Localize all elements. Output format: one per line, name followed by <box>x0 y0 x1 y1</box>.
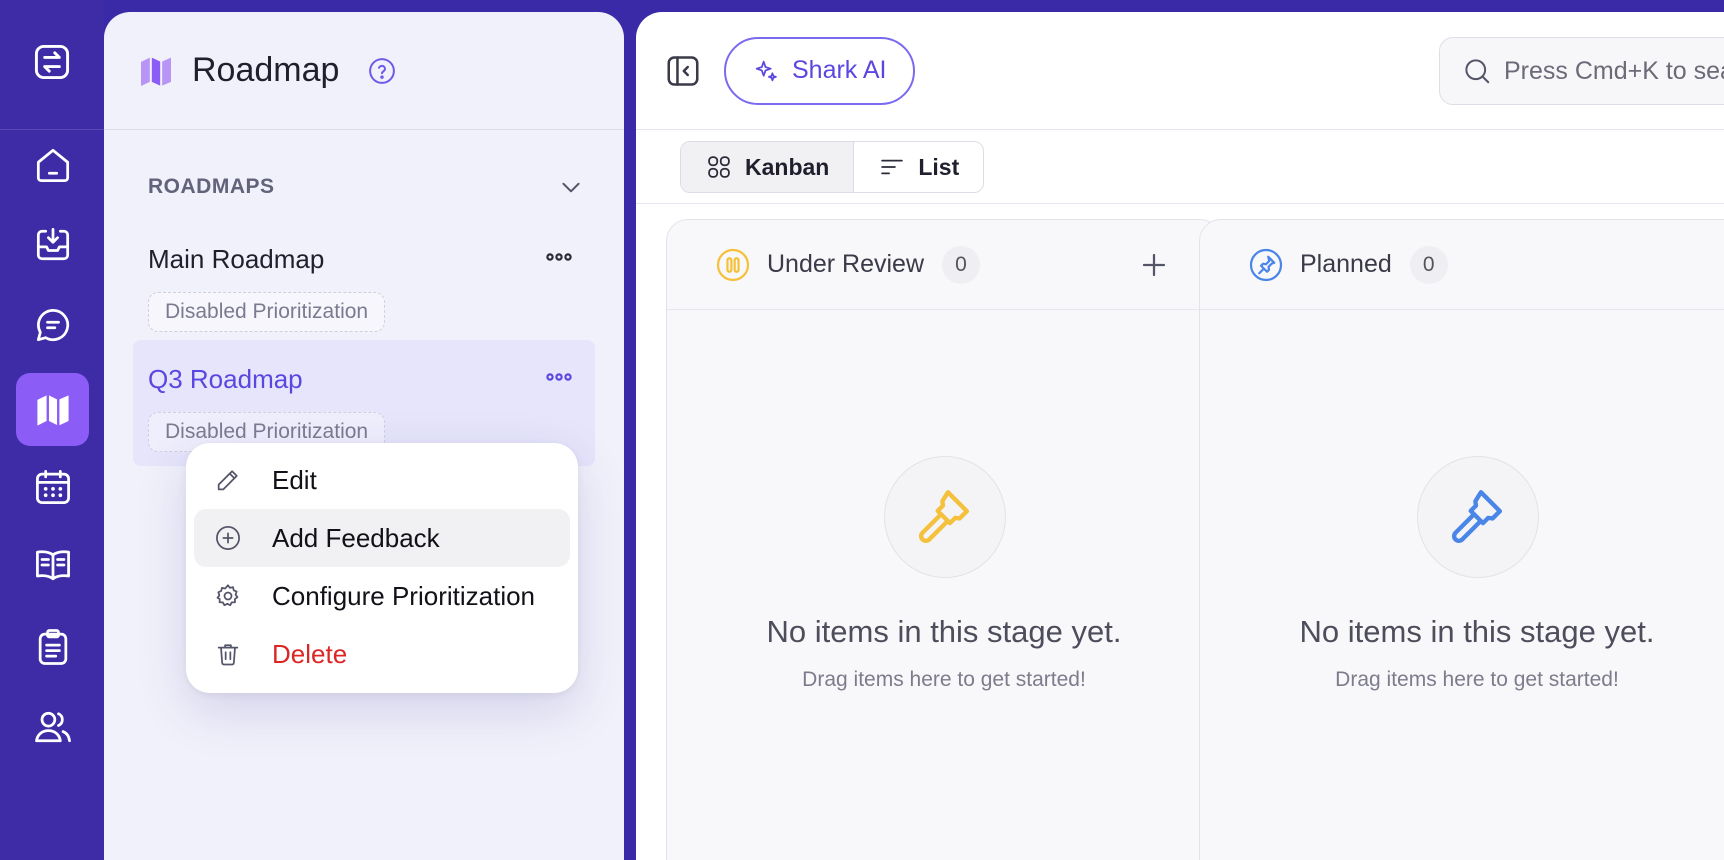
rail-feedback-button[interactable] <box>16 288 89 361</box>
kanban-view-button[interactable]: Kanban <box>681 142 855 192</box>
roadmap-name: Q3 Roadmap <box>148 364 303 394</box>
menu-item-edit[interactable]: Edit <box>194 451 570 509</box>
empty-state-illustration <box>1417 456 1539 578</box>
panel-header: Roadmap <box>104 12 624 130</box>
more-options-icon[interactable] <box>545 250 573 264</box>
main-content: Shark AI Kanban List <box>636 12 1724 860</box>
open-book-icon <box>35 549 70 580</box>
roadmaps-section-header[interactable]: ROADMAPS <box>148 174 584 200</box>
empty-state-subtitle: Drag items here to get started! <box>1335 668 1619 691</box>
kanban-column-under-review: Under Review 0 No items in this stage ye… <box>666 219 1222 860</box>
column-count: 0 <box>1409 245 1448 284</box>
shark-ai-label: Shark AI <box>792 56 887 84</box>
menu-item-label: Add Feedback <box>272 522 440 553</box>
rail-header <box>0 0 104 130</box>
clipboard-list-icon <box>38 628 67 665</box>
top-bar: Shark AI <box>636 12 1724 130</box>
icon-rail <box>0 0 104 860</box>
sparkles-icon <box>755 60 777 81</box>
empty-state-title: No items in this stage yet. <box>766 614 1122 649</box>
chevron-down-icon[interactable] <box>558 174 584 200</box>
trash-icon <box>217 644 239 666</box>
menu-item-label: Edit <box>272 464 317 495</box>
gear-icon <box>216 584 239 607</box>
pin-circle-icon <box>1249 248 1283 281</box>
grid-icon <box>708 156 730 178</box>
plus-icon[interactable] <box>1139 250 1169 280</box>
search-box[interactable] <box>1439 37 1724 105</box>
menu-item-add-feedback[interactable]: Add Feedback <box>194 509 570 567</box>
switch-workspace-icon[interactable] <box>30 40 74 89</box>
roadmap-name: Main Roadmap <box>148 244 325 274</box>
pencil-icon <box>217 470 238 491</box>
rail-calendar-button[interactable] <box>16 450 89 523</box>
inbox-download-icon <box>36 227 69 260</box>
help-icon[interactable] <box>367 56 397 86</box>
hammer-icon <box>918 490 970 544</box>
menu-item-delete[interactable]: Delete <box>194 625 570 683</box>
hammer-icon <box>1451 490 1503 544</box>
map-icon <box>36 394 69 426</box>
view-switcher: Kanban List <box>680 141 985 193</box>
shark-ai-button[interactable]: Shark AI <box>724 36 915 105</box>
prioritization-badge: Disabled Prioritization <box>148 292 386 332</box>
roadmap-panel: Roadmap ROADMAPS Main Roadmap Disabled P… <box>104 12 624 860</box>
column-header: Under Review 0 <box>667 220 1221 310</box>
more-options-icon[interactable] <box>545 370 573 384</box>
pause-circle-icon <box>716 248 750 281</box>
kanban-column-planned: Planned 0 No items in this stage yet. Dr… <box>1199 219 1724 860</box>
empty-state-illustration <box>884 456 1006 578</box>
home-icon <box>36 148 69 182</box>
rail-users-button[interactable] <box>16 690 89 763</box>
chat-bubble-icon <box>36 308 69 341</box>
users-icon <box>34 711 71 742</box>
column-title: Planned <box>1300 250 1392 278</box>
list-label: List <box>918 153 960 180</box>
roadmap-logo-icon <box>141 57 171 86</box>
rail-changelog-button[interactable] <box>16 610 89 683</box>
menu-item-configure-prioritization[interactable]: Configure Prioritization <box>194 567 570 625</box>
column-header: Planned 0 <box>1200 220 1724 310</box>
roadmap-context-menu: Edit Add Feedback Configure Prioritizati… <box>186 443 578 693</box>
collapse-sidebar-icon[interactable] <box>664 52 702 90</box>
rail-docs-button[interactable] <box>16 528 89 601</box>
rail-home-button[interactable] <box>16 128 89 201</box>
calendar-icon <box>35 469 70 504</box>
list-view-button[interactable]: List <box>854 142 984 192</box>
page-title: Roadmap <box>192 51 340 89</box>
empty-state-subtitle: Drag items here to get started! <box>802 668 1086 691</box>
search-icon <box>1465 59 1490 84</box>
empty-state-title: No items in this stage yet. <box>1299 614 1655 649</box>
menu-item-label: Configure Prioritization <box>272 580 536 611</box>
plus-circle-icon <box>216 526 240 550</box>
list-icon <box>881 159 904 175</box>
kanban-label: Kanban <box>745 153 830 180</box>
search-input[interactable] <box>1504 56 1724 86</box>
rail-roadmap-button[interactable] <box>16 373 89 446</box>
column-count: 0 <box>942 245 981 284</box>
rail-inbox-button[interactable] <box>16 208 89 281</box>
roadmap-item-main[interactable]: Main Roadmap Disabled Prioritization <box>133 220 595 346</box>
section-label: ROADMAPS <box>148 175 275 198</box>
column-title: Under Review <box>767 250 925 278</box>
menu-item-label: Delete <box>272 638 348 669</box>
